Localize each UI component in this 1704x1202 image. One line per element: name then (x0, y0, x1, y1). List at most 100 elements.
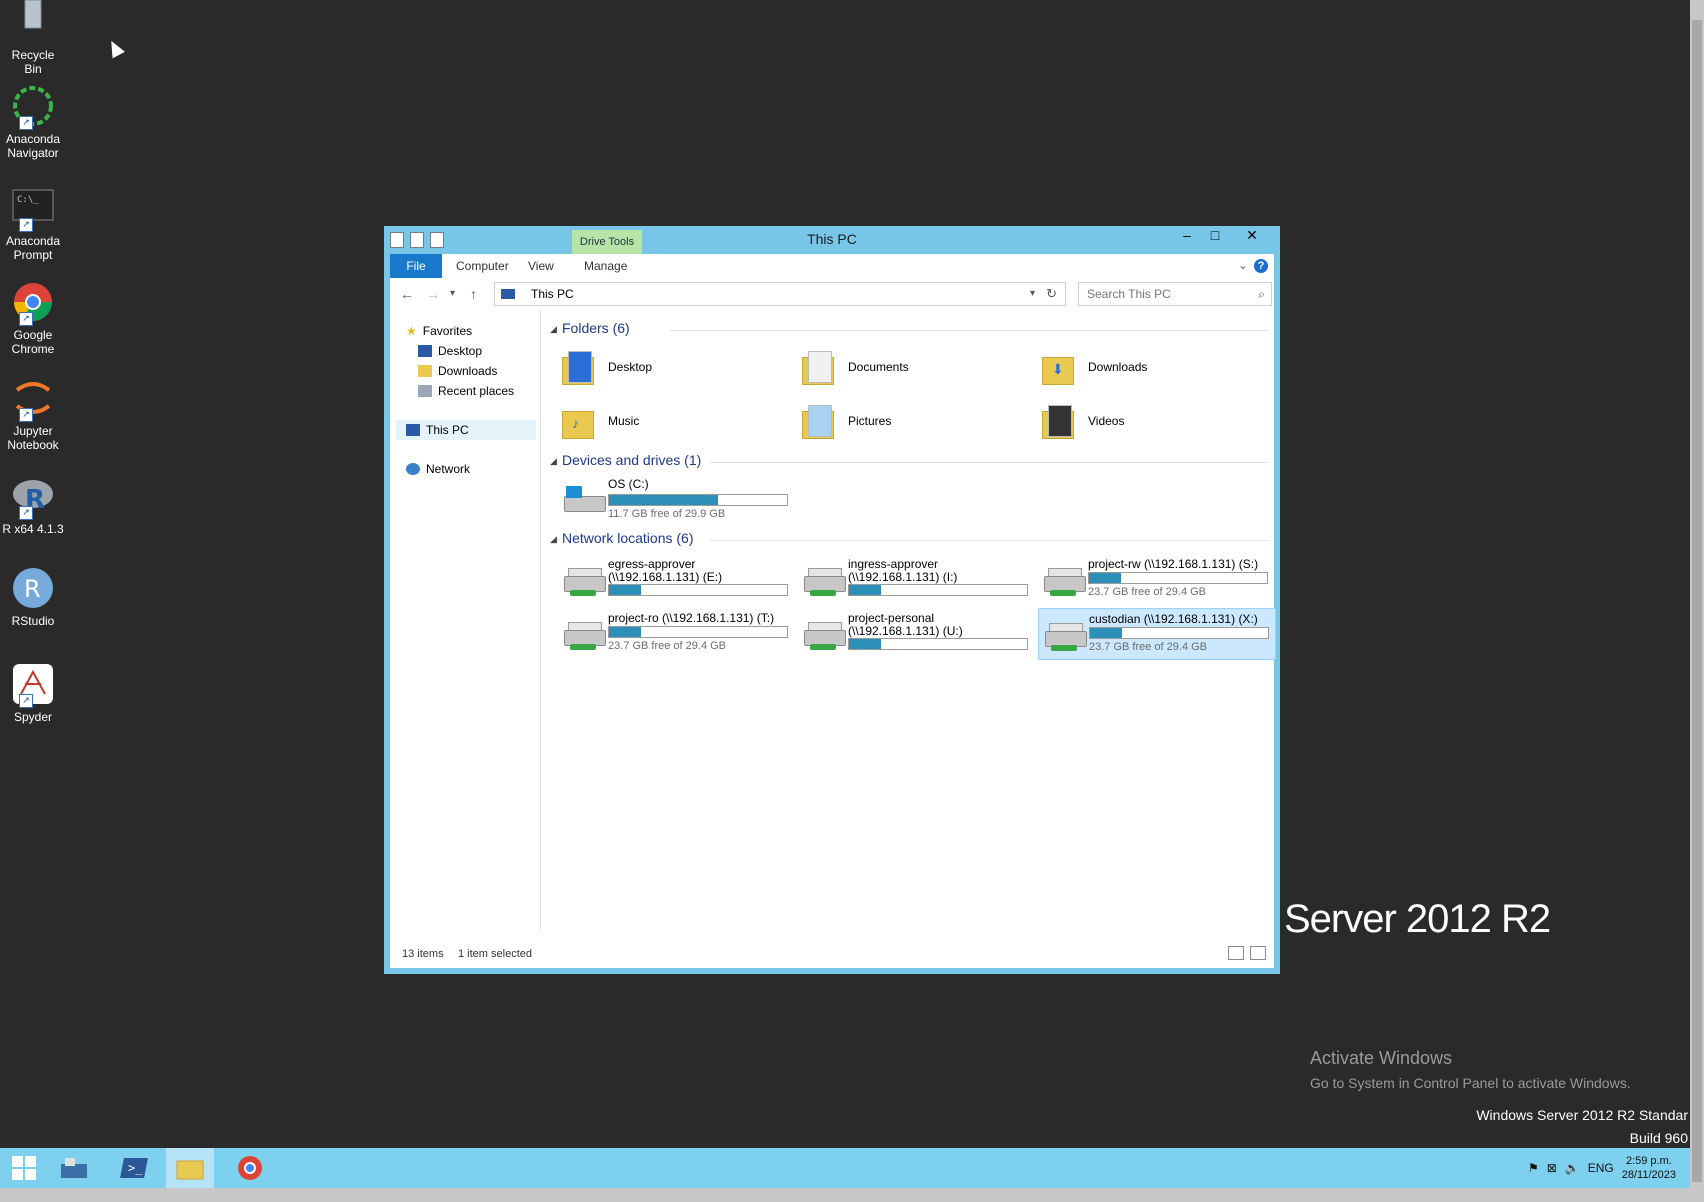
nav-this-pc[interactable]: This PC (406, 421, 469, 439)
nav-favorites[interactable]: ★ Favorites (406, 322, 472, 340)
desktop-icon-google-chrome[interactable]: ↗ Google Chrome (2, 280, 64, 356)
svg-text:>_: >_ (128, 1161, 143, 1175)
desktop-icon-anaconda-navigator[interactable]: ↗ Anaconda Navigator (2, 84, 64, 160)
drive-free-space: 11.7 GB free of 29.9 GB (608, 508, 726, 520)
folder-pictures[interactable]: Pictures (798, 398, 1028, 444)
nav-fav-recent-places[interactable]: Recent places (418, 382, 514, 400)
desktop-icon-rstudio[interactable]: R RStudio (2, 566, 64, 628)
back-button[interactable]: ← (400, 286, 414, 302)
breadcrumb-this-pc[interactable]: This PC (531, 283, 574, 305)
tab-file[interactable]: File (390, 254, 442, 278)
network-status-icon[interactable]: ⊠ (1547, 1161, 1557, 1175)
desktop-icon-jupyter-notebook[interactable]: ↗ Jupyter Notebook (2, 376, 64, 452)
desktop-icon-recycle-bin[interactable]: Recycle Bin (2, 0, 64, 76)
network-drive-icon (1045, 621, 1087, 653)
details-view-icon[interactable] (1228, 946, 1244, 960)
videos-folder-icon (1038, 401, 1078, 441)
drive-usage-bar (608, 584, 788, 596)
spyder-icon: ↗ (11, 662, 55, 708)
desktop-icon-anaconda-prompt[interactable]: C:\_ ↗ Anaconda Prompt (2, 186, 64, 262)
file-explorer-button[interactable] (166, 1148, 214, 1188)
drive-usage-bar (848, 584, 1028, 596)
folder-downloads[interactable]: ⬇ Downloads (1038, 344, 1268, 390)
group-folders-header[interactable]: ◢ Folders (6) (550, 320, 1274, 340)
large-icons-view-icon[interactable] (1250, 946, 1266, 960)
svg-text:C:\_: C:\_ (17, 195, 39, 205)
tab-view[interactable]: View (528, 254, 554, 278)
tab-computer[interactable]: Computer (456, 254, 509, 278)
clock[interactable]: 2:59 p.m. 28/11/2023 (1622, 1154, 1676, 1182)
folder-icon (176, 1160, 204, 1180)
folder-videos[interactable]: Videos (1038, 398, 1268, 444)
vertical-scrollbar[interactable] (1690, 0, 1704, 1202)
maximize-button[interactable]: □ (1202, 226, 1228, 246)
address-bar[interactable]: This PC ▾ ↻ (494, 282, 1066, 306)
group-devices-header[interactable]: ◢ Devices and drives (1) (550, 452, 1274, 472)
drive-name: project-ro (\\192.168.1.131) (T:) (608, 611, 775, 625)
network-drive-i[interactable]: ingress-approver (\\192.168.1.131) (I:) (798, 554, 1034, 604)
folder-documents[interactable]: Documents (798, 344, 1028, 390)
expand-ribbon-icon[interactable]: ⌄ (1238, 258, 1248, 272)
forward-button[interactable]: → (426, 286, 440, 302)
folder-desktop[interactable]: Desktop (558, 344, 788, 390)
terminal-icon: C:\_ ↗ (11, 186, 55, 232)
drive-local-c[interactable]: OS (C:) 11.7 GB free of 29.9 GB (558, 474, 794, 524)
network-drive-x[interactable]: custodian (\\192.168.1.131) (X:) 23.7 GB… (1038, 608, 1276, 660)
tab-manage[interactable]: Manage (584, 254, 627, 278)
pc-icon (406, 424, 420, 436)
search-icon[interactable]: ⌕ (1258, 283, 1265, 305)
search-box[interactable]: Search This PC ⌕ (1078, 282, 1272, 306)
title-bar[interactable]: Drive Tools This PC – □ ✕ (384, 226, 1280, 254)
help-icon[interactable]: ? (1254, 259, 1268, 273)
anaconda-icon: ↗ (11, 84, 55, 130)
desktop-icon-label: Jupyter Notebook (7, 424, 59, 452)
close-button[interactable]: ✕ (1230, 226, 1274, 246)
desktop-icon-r[interactable]: R ↗ R x64 4.1.3 (2, 474, 64, 536)
group-network-header[interactable]: ◢ Network locations (6) (550, 530, 1274, 550)
pc-icon (501, 289, 515, 299)
volume-icon[interactable]: 🔈 (1565, 1161, 1580, 1175)
collapse-icon[interactable]: ◢ (550, 534, 557, 545)
drive-usage-bar (848, 638, 1028, 650)
desktop-icon-spyder[interactable]: ↗ Spyder (2, 662, 64, 724)
nav-network[interactable]: Network (406, 460, 470, 478)
network-drive-u[interactable]: project-personal (\\192.168.1.131) (U:) (798, 608, 1034, 658)
folder-label: Documents (848, 360, 909, 374)
language-indicator[interactable]: ENG (1588, 1161, 1614, 1175)
folder-label: Desktop (608, 360, 653, 374)
folder-label: Videos (1088, 414, 1125, 428)
powershell-button[interactable]: >_ (110, 1148, 158, 1188)
edition-text: Windows Server 2012 R2 Standar (1476, 1107, 1688, 1123)
jupyter-icon: ↗ (11, 376, 55, 422)
nav-label: Recent places (438, 384, 515, 398)
hard-drive-icon (564, 486, 606, 518)
scrollbar-thumb[interactable] (1692, 20, 1702, 1182)
group-title: Folders (6) (562, 320, 630, 336)
collapse-icon[interactable]: ◢ (550, 324, 557, 335)
up-button[interactable]: ↑ (470, 286, 477, 302)
nav-fav-downloads[interactable]: Downloads (418, 362, 497, 380)
server-manager-button[interactable] (50, 1148, 98, 1188)
collapse-icon[interactable]: ◢ (550, 456, 557, 467)
network-drive-icon (1044, 566, 1086, 598)
network-drive-e[interactable]: egress-approver (\\192.168.1.131) (E:) (558, 554, 794, 604)
r-icon: R ↗ (11, 474, 55, 520)
drive-free-space: 23.7 GB free of 29.4 GB (1088, 586, 1207, 598)
folder-music[interactable]: ♪ Music (558, 398, 788, 444)
recent-locations-icon[interactable]: ▾ (450, 288, 455, 299)
drive-name: project-rw (\\192.168.1.131) (S:) (1088, 557, 1259, 571)
activate-subtitle: Go to System in Control Panel to activat… (1310, 1075, 1631, 1091)
address-dropdown-icon[interactable]: ▾ (1030, 283, 1035, 305)
network-drive-s[interactable]: project-rw (\\192.168.1.131) (S:) 23.7 G… (1038, 554, 1274, 604)
nav-fav-desktop[interactable]: Desktop (418, 342, 482, 360)
network-drive-icon (564, 620, 606, 652)
horizontal-scrollbar[interactable] (0, 1188, 1690, 1202)
action-center-icon[interactable]: ⚑ (1528, 1161, 1539, 1175)
refresh-icon[interactable]: ↻ (1046, 283, 1057, 305)
chrome-taskbar-button[interactable] (226, 1148, 274, 1188)
minimize-button[interactable]: – (1174, 226, 1200, 246)
start-button[interactable] (0, 1148, 48, 1188)
nav-label: Desktop (438, 344, 483, 358)
rstudio-icon: R (11, 566, 55, 610)
network-drive-t[interactable]: project-ro (\\192.168.1.131) (T:) 23.7 G… (558, 608, 794, 658)
